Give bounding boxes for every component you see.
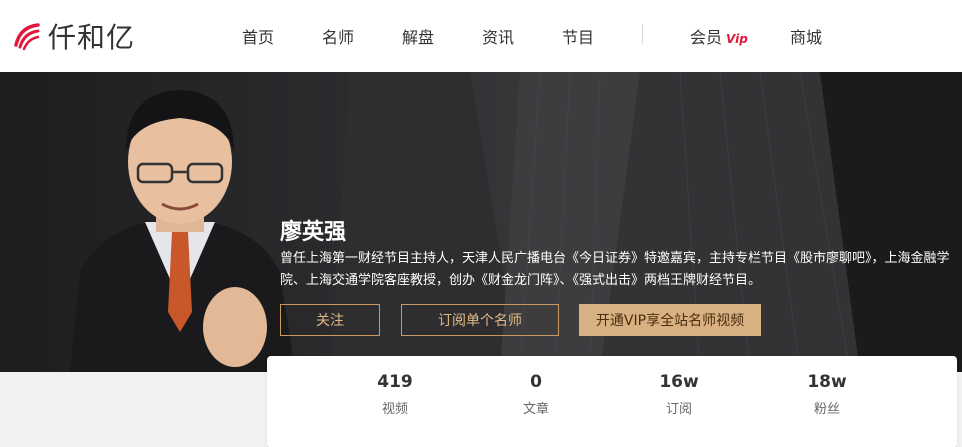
nav-mall[interactable]: 商城	[790, 24, 822, 48]
stat-value: 18w	[807, 372, 847, 392]
nav-member-label: 会员	[690, 28, 723, 47]
stat-value: 419	[377, 372, 413, 392]
vip-badge-icon: Vip	[726, 32, 748, 46]
nav-programs[interactable]: 节目	[562, 24, 594, 48]
site-logo[interactable]: 仟和亿	[10, 16, 135, 56]
stat-value: 16w	[659, 372, 699, 392]
stat-fans[interactable]: 18w 粉丝	[787, 372, 867, 417]
stat-value: 0	[530, 372, 542, 392]
vip-upgrade-button[interactable]: 开通VIP享全站名师视频	[579, 304, 761, 336]
profile-stats: 419 视频 0 文章 16w 订阅 18w 粉丝	[267, 356, 957, 447]
logo-text: 仟和亿	[48, 21, 136, 54]
nav-teachers[interactable]: 名师	[322, 24, 354, 48]
stat-label: 视频	[381, 402, 408, 417]
profile-banner: 廖英强 曾任上海第一财经节目主持人，天津人民广播电台《今日证券》特邀嘉宾，主持专…	[0, 72, 962, 372]
teacher-name: 廖英强	[280, 220, 347, 245]
stat-label: 粉丝	[813, 402, 840, 417]
nav-news[interactable]: 资讯	[482, 24, 514, 48]
teacher-description: 曾任上海第一财经节目主持人，天津人民广播电台《今日证券》特邀嘉宾，主持专栏节目《…	[280, 251, 950, 288]
nav-home[interactable]: 首页	[242, 24, 274, 48]
stat-label: 文章	[522, 402, 549, 417]
nav-member[interactable]: 会员 Vip	[690, 24, 748, 48]
stat-videos[interactable]: 419 视频	[355, 372, 435, 417]
stat-articles[interactable]: 0 文章	[496, 372, 576, 417]
nav-divider	[642, 24, 643, 44]
logo-swirl-icon	[14, 23, 40, 51]
subscribe-teacher-button[interactable]: 订阅单个名师	[401, 304, 559, 336]
follow-button[interactable]: 关注	[280, 304, 380, 336]
nav-analysis[interactable]: 解盘	[402, 24, 434, 48]
stat-label: 订阅	[665, 402, 692, 417]
site-header: 仟和亿 首页 名师 解盘 资讯 节目 会员 Vip 商城	[0, 0, 962, 72]
teacher-portrait	[70, 90, 295, 372]
stat-subscriptions[interactable]: 16w 订阅	[639, 372, 719, 417]
